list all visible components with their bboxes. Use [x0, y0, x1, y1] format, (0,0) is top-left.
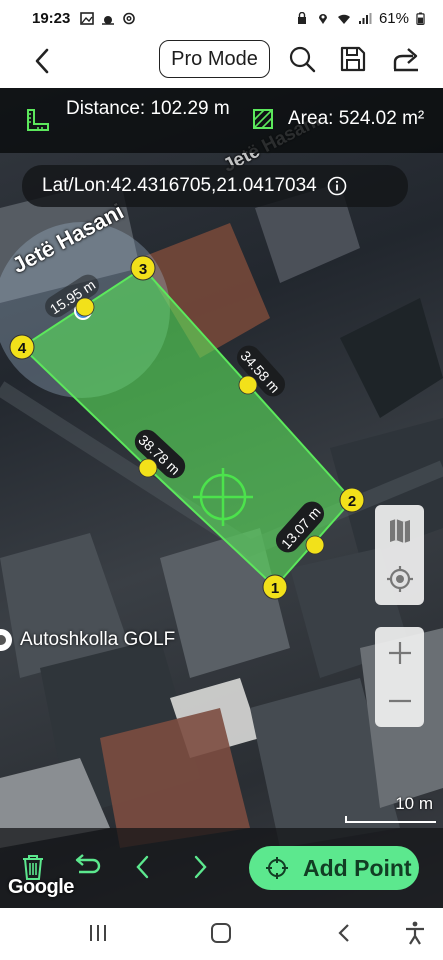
notification-icons	[80, 11, 136, 25]
poi-label: Autoshkolla GOLF	[20, 629, 176, 650]
vertex-1: 1	[262, 574, 288, 600]
crosshair-icon	[266, 857, 288, 879]
info-icon[interactable]	[327, 176, 347, 196]
zoom-out-icon	[388, 699, 411, 703]
measurement-info-bar: Distance: 102.29 m Area: 524.02 m²	[0, 88, 443, 153]
map-scale: 10 m	[345, 794, 437, 824]
add-point-label: Add Point	[303, 854, 412, 881]
battery-icon	[416, 11, 425, 25]
wifi-icon	[337, 14, 350, 24]
system-nav-bar	[0, 908, 443, 960]
zoom-in-icon	[388, 642, 411, 664]
weather-icon	[102, 15, 115, 25]
area-value: Area: 524.02 m²	[288, 108, 425, 129]
map-controls-panel	[375, 505, 424, 605]
google-logo: Google	[8, 876, 74, 898]
signal-icon	[358, 12, 372, 24]
status-time: 19:23	[32, 9, 71, 27]
vertex-label-3: 3	[139, 261, 147, 278]
scale-label: 10 m	[395, 794, 433, 813]
vertex-label-4: 4	[18, 340, 27, 357]
add-point-button[interactable]: Add Point	[249, 846, 419, 890]
home-icon[interactable]	[208, 920, 234, 946]
midpoint-handle-2-3	[238, 375, 258, 395]
map-layers-icon	[389, 519, 410, 543]
ruler-icon	[27, 109, 49, 131]
status-bar: 19:23 61%	[0, 0, 443, 36]
my-location-icon	[386, 566, 413, 592]
recents-icon[interactable]	[85, 920, 111, 946]
back-nav-icon[interactable]	[332, 920, 358, 946]
map-layers-button[interactable]	[375, 509, 424, 553]
vertex-label-1: 1	[271, 580, 279, 597]
distance-value: Distance: 102.29 m	[66, 98, 230, 119]
accessibility-icon[interactable]	[402, 920, 428, 946]
zoom-in-button[interactable]	[375, 631, 424, 675]
pro-mode-button[interactable]: Pro Mode	[159, 40, 270, 78]
area-icon	[253, 109, 273, 129]
bottom-toolbar: Add Point Google	[0, 828, 443, 908]
coordinates-text: Lat/Lon:42.4316705,21.0417034	[42, 175, 317, 196]
midpoint-handle-1-2	[305, 535, 325, 555]
my-location-button[interactable]	[375, 557, 424, 601]
battery-percent: 61%	[378, 9, 409, 27]
poi-marker[interactable]: Autoshkolla GOLF	[0, 625, 175, 655]
back-icon[interactable]	[28, 46, 58, 76]
satellite-map[interactable]: 13.07 m 34.58 m 15.95 m 38.78 m 1 2 3 4 …	[0, 88, 443, 908]
app-bar: Pro Mode	[0, 36, 443, 88]
search-icon[interactable]	[287, 44, 317, 74]
next-icon[interactable]	[185, 852, 215, 882]
vertex-4: 4	[9, 334, 35, 360]
image-icon	[80, 11, 95, 25]
lock-icon	[297, 11, 306, 24]
location-icon	[318, 13, 327, 24]
share-icon[interactable]	[391, 44, 421, 74]
undo-icon[interactable]	[73, 852, 103, 882]
map-pin-icon	[0, 629, 12, 651]
previous-icon[interactable]	[128, 852, 158, 882]
midpoint-handle-4-1	[138, 458, 158, 478]
zoom-out-button[interactable]	[375, 679, 424, 723]
threads-icon	[123, 12, 136, 24]
vertex-3: 3	[130, 255, 156, 281]
scale-bar	[345, 816, 436, 823]
midpoint-handle-3-4	[75, 297, 95, 317]
polygon-vertices: 1 2 3 4	[9, 255, 365, 600]
save-icon[interactable]	[338, 44, 368, 74]
zoom-controls-panel	[375, 627, 424, 727]
system-icons: 61%	[295, 10, 425, 27]
coordinates-pill[interactable]: Lat/Lon:42.4316705,21.0417034	[22, 165, 408, 207]
vertex-2: 2	[339, 487, 365, 513]
vertex-label-2: 2	[348, 493, 356, 510]
